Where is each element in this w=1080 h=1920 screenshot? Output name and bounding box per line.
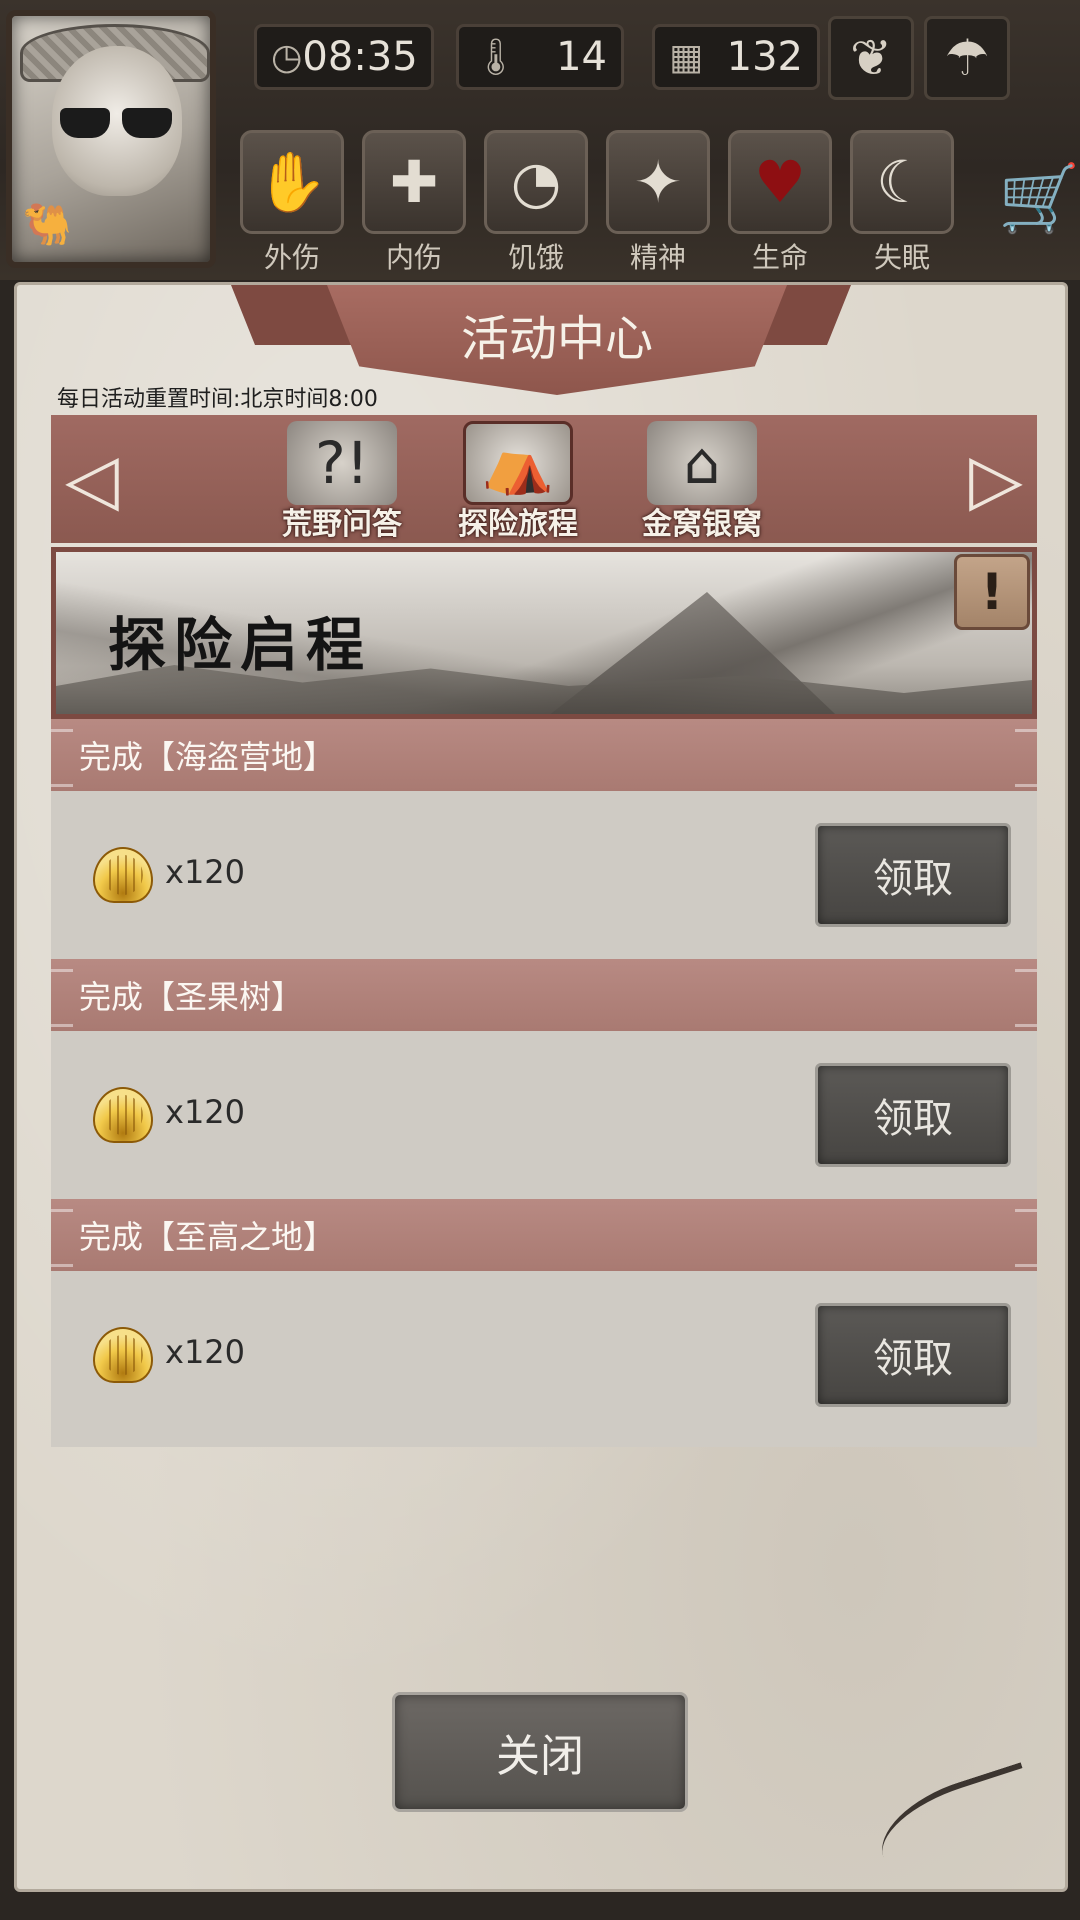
status-label: 生命 [751,241,808,274]
leaf-icon: ❦ [850,29,892,87]
task-item: 完成【海盗营地】 x120 领取 [51,719,1037,959]
shell-coin-icon [93,1087,153,1143]
day-value: 132 [726,34,803,80]
task-title: 完成【海盗营地】 [51,719,1037,791]
status-insomnia[interactable]: ☾ 失眠 [850,130,954,276]
reward-quantity: x120 [165,853,246,891]
task-item: 完成【至高之地】 x120 领取 [51,1199,1037,1439]
weather-button[interactable]: ☂ [924,16,1010,100]
player-avatar[interactable]: 🐫 [6,10,216,268]
cross-icon: ✚ [362,130,466,234]
top-hud: 🐫 ◷ 08:35 🌡 14 ▦ 132 ❦ ☂ ✋ 外伤 ✚ 内伤 ◔ 饥饿 … [0,0,1080,280]
activity-center-dialog: 活动中心 每日活动重置时间:北京时间8:00 ◁ ?! 荒野问答 ⛺ 探险旅程 … [14,282,1068,1892]
reward-quantity: x120 [165,1093,246,1131]
cart-icon[interactable]: 🛒 [998,160,1080,238]
status-mind[interactable]: ✦ 精神 [606,130,710,276]
tab-label: 荒野问答 [282,507,402,542]
info-button[interactable]: ! [954,554,1030,630]
dialog-title: 活动中心 [460,311,653,367]
next-tab-arrow-icon[interactable]: ▷ [955,415,1037,543]
status-label: 内伤 [385,241,442,274]
expedition-content: 探险启程 ! 完成【海盗营地】 x120 领取 完成【圣果树】 x120 领取 … [51,547,1037,1447]
shell-coin-icon [93,1327,153,1383]
banner-title: 探险启程 [108,611,373,679]
task-reward-row: x120 领取 [51,1031,1037,1199]
tab-label: 探险旅程 [458,507,578,542]
exclamation-icon: ! [980,563,1004,621]
claim-button[interactable]: 领取 [815,823,1011,927]
moon-icon: ☾ [850,130,954,234]
shell-coin-icon [93,847,153,903]
tab-wilderness-quiz[interactable]: ?! 荒野问答 [277,421,407,542]
tab-home-nest[interactable]: ⌂ 金窝银窝 [637,421,767,542]
claim-button[interactable]: 领取 [815,1063,1011,1167]
reward-quantity: x120 [165,1333,246,1371]
heart-icon: ♥ [728,130,832,234]
status-bar: ✋ 外伤 ✚ 内伤 ◔ 饥饿 ✦ 精神 ♥ 生命 ☾ 失眠 [240,130,954,276]
status-injury[interactable]: ✋ 外伤 [240,130,344,276]
status-hunger[interactable]: ◔ 饥饿 [484,130,588,276]
rain-cloud-icon: ☂ [944,29,990,87]
task-title: 完成【圣果树】 [51,959,1037,1031]
temperature-display: 🌡 14 [456,24,624,90]
expedition-banner: 探险启程 ! [51,547,1037,719]
status-label: 精神 [629,241,686,274]
temperature-value: 14 [556,34,607,80]
clock-icon: ◷ [271,36,303,78]
claim-button[interactable]: 领取 [815,1303,1011,1407]
day-counter: ▦ 132 [652,24,820,90]
status-label: 失眠 [873,241,930,274]
tab-expedition[interactable]: ⛺ 探险旅程 [453,421,583,542]
sunglasses-illustration [60,108,172,138]
tab-label: 金窝银窝 [642,507,762,542]
hut-icon: ⌂ [647,421,757,505]
camel-icon: 🐫 [22,202,72,248]
task-item: 完成【圣果树】 x120 领取 [51,959,1037,1199]
prev-tab-arrow-icon[interactable]: ◁ [51,415,133,543]
task-reward-row: x120 领取 [51,1271,1037,1439]
status-label: 外伤 [263,241,320,274]
status-life[interactable]: ♥ 生命 [728,130,832,276]
task-reward-row: x120 领取 [51,791,1037,959]
expedition-icon: ⛺ [463,421,573,505]
time-value: 08:35 [302,34,418,80]
status-label: 饥饿 [507,241,564,274]
activity-tabs: ◁ ?! 荒野问答 ⛺ 探险旅程 ⌂ 金窝银窝 ▷ [51,415,1037,543]
time-display: ◷ 08:35 [254,24,434,90]
calendar-icon: ▦ [669,36,704,78]
hand-icon: ✋ [240,130,344,234]
mind-icon: ✦ [606,130,710,234]
stomach-icon: ◔ [484,130,588,234]
thermometer-icon: 🌡 [473,37,519,78]
season-button[interactable]: ❦ [828,16,914,100]
close-button[interactable]: 关闭 [392,1692,688,1812]
task-title: 完成【至高之地】 [51,1199,1037,1271]
reset-time-note: 每日活动重置时间:北京时间8:00 [57,387,378,412]
status-internal[interactable]: ✚ 内伤 [362,130,466,276]
title-banner: 活动中心 [327,285,787,395]
branch-decoration [868,1762,1046,1888]
question-icon: ?! [287,421,397,505]
